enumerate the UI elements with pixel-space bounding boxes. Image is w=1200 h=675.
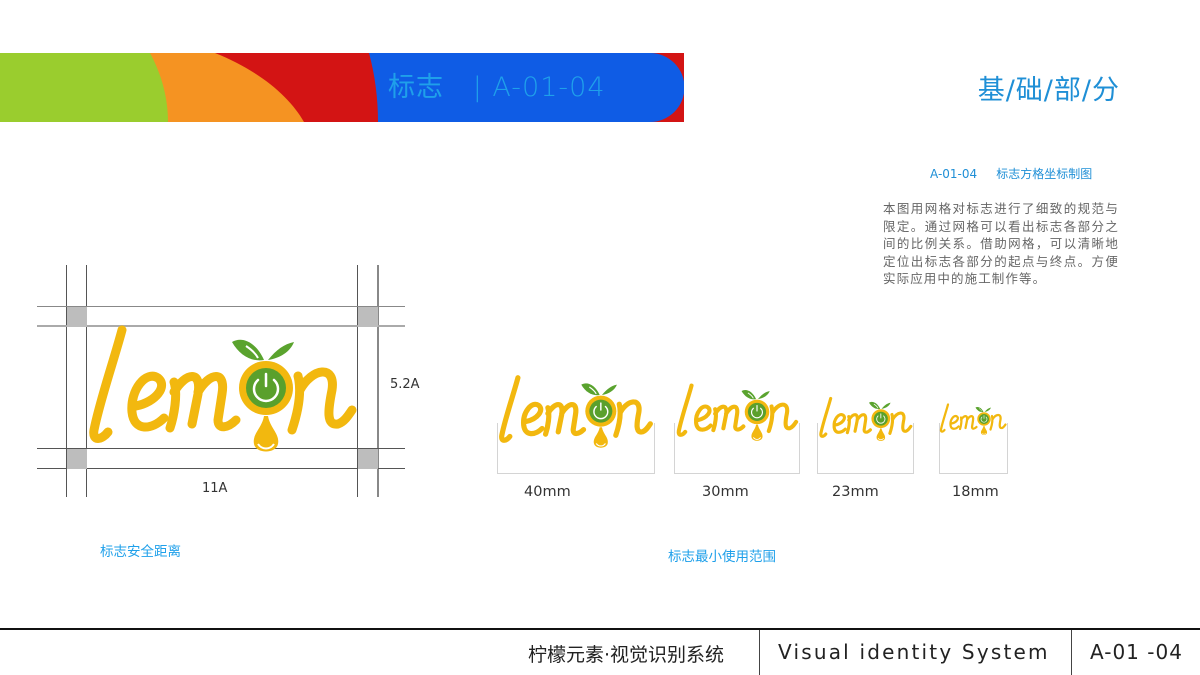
logo-letter-e [127, 371, 169, 432]
leaf-icon [581, 383, 600, 396]
page-title: 标志 | A-01-04 [388, 72, 606, 103]
logo-letter-n [613, 399, 653, 438]
logo-drop [253, 416, 279, 452]
leaf-icon [984, 407, 991, 412]
description-body: 本图用网格对标志进行了细致的规范与限定。通过网格可以看出标志各部分之间的比例关系… [883, 201, 1119, 286]
min-size-caption: 标志最小使用范围 [668, 549, 776, 565]
logo-letter-l [89, 325, 127, 443]
logo-letter-m [958, 415, 978, 431]
leaf-icon [601, 384, 617, 396]
logo-letter-n [989, 413, 1007, 431]
leaf-icon [757, 391, 770, 400]
min-size-label: 23mm [832, 484, 879, 500]
logo-letter-m [845, 413, 872, 435]
footer-separator [1071, 630, 1072, 675]
leaf-icon [232, 339, 264, 361]
description-heading: A-01-04 标志方格坐标制图 [930, 167, 1093, 181]
leaf-icon [975, 406, 984, 413]
grid-corner-square [67, 449, 87, 469]
footer-brand-cn: 柠檬元素·视觉识别系统 [528, 644, 725, 666]
min-size-label: 18mm [952, 484, 999, 500]
lemon-logo-large [89, 325, 357, 452]
logo-letter-e [694, 404, 713, 432]
logo-letter-m [542, 402, 587, 437]
lemon-logo-23mm [819, 396, 913, 441]
logo-letter-e [521, 401, 545, 437]
leaf-icon [868, 401, 881, 410]
grid-corner-square [358, 449, 378, 469]
logo-letter-l [676, 383, 694, 437]
lemon-logo-18mm [939, 403, 1007, 435]
logo-letter-n [287, 367, 357, 435]
grid-line [37, 468, 405, 469]
grid-corner-square [358, 307, 378, 327]
logo-letter-l [939, 403, 950, 433]
grid-corner-square [67, 307, 87, 327]
logo-letter-m [711, 404, 746, 433]
height-dimension-label: 5.2A [390, 377, 420, 392]
logo-letter-m [165, 372, 241, 433]
logo-drop [876, 428, 886, 441]
footer-brand-en: Visual identity System [778, 640, 1050, 664]
lemon-logo-40mm [499, 375, 653, 448]
leaf-icon [881, 402, 891, 409]
safe-area-caption: 标志安全距离 [100, 544, 181, 560]
min-size-label: 30mm [702, 484, 749, 500]
leaf-icon [268, 342, 294, 360]
grid-line [37, 306, 405, 307]
min-size-label: 40mm [524, 484, 571, 500]
logo-drop [593, 427, 608, 448]
logo-drop [980, 426, 988, 435]
width-dimension-label: 11A [202, 481, 228, 496]
footer-page-code: A-01 -04 [1090, 640, 1183, 664]
logo-letter-n [888, 411, 913, 435]
logo-letter-e [832, 413, 847, 434]
logo-letter-l [499, 375, 521, 443]
logo-letter-l [819, 396, 833, 438]
logo-drop [751, 424, 763, 441]
lemon-logo-30mm [676, 383, 799, 441]
leaf-icon [741, 389, 757, 400]
footer-separator [759, 630, 760, 675]
footer-divider [0, 628, 1200, 630]
section-title: 基/础/部/分 [977, 75, 1120, 106]
logo-letter-e [949, 414, 960, 430]
logo-letter-n [766, 402, 799, 434]
